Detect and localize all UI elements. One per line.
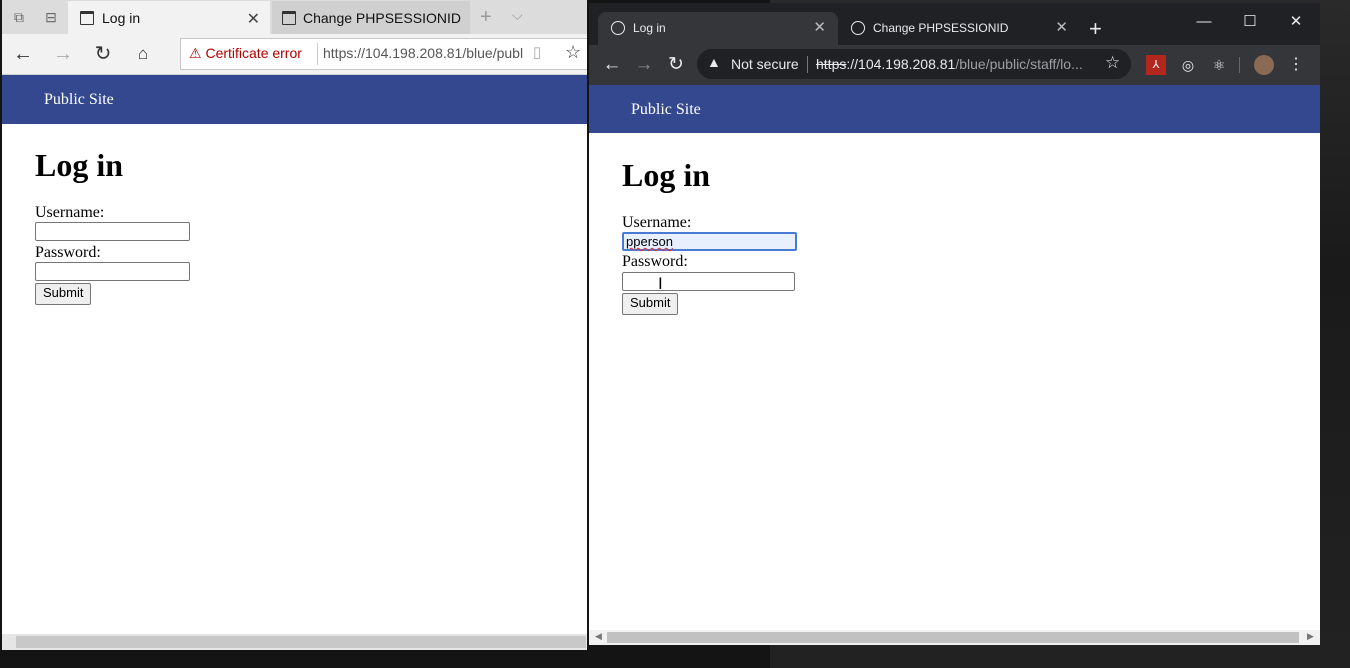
tab-title: Log in (633, 21, 666, 35)
warning-icon: ⚠ (189, 45, 202, 61)
scroll-right-icon[interactable]: ▶ (1307, 631, 1314, 642)
url-path: /blue/public/staff/lo... (955, 56, 1083, 72)
address-bar[interactable]: ⚠ Certificate error https://104.198.208.… (180, 38, 587, 70)
password-input[interactable] (622, 272, 795, 291)
back-icon[interactable]: ← (600, 53, 624, 77)
username-label: Username: (35, 204, 105, 221)
page-icon (80, 11, 94, 25)
close-tab-icon[interactable]: ✕ (813, 18, 826, 36)
security-label[interactable]: Not secure (731, 56, 799, 72)
pdf-extension-icon[interactable]: ⅄ (1146, 55, 1166, 75)
certificate-error[interactable]: ⚠ Certificate error (189, 45, 302, 62)
text-cursor-icon: I (658, 274, 663, 293)
site-header-link[interactable]: Public Site (631, 101, 701, 119)
edge-tab-login[interactable]: Log in ✕ (68, 1, 270, 34)
tab-preview-icon[interactable]: ⊟ (42, 8, 60, 26)
page-title: Log in (35, 147, 124, 183)
react-extension-icon[interactable]: ⚛ (1209, 55, 1229, 75)
back-icon[interactable]: ← (11, 42, 35, 66)
globe-icon (611, 21, 625, 35)
site-header: Public Site (589, 85, 1320, 133)
horizontal-scrollbar[interactable] (2, 634, 587, 650)
url-host: ://104.198.208.81 (846, 56, 956, 72)
tab-title: Change PHPSESSIONID (303, 10, 461, 26)
cert-error-label: Certificate error (205, 45, 302, 61)
favorite-star-icon[interactable]: ☆ (565, 42, 581, 63)
password-input[interactable] (35, 262, 190, 281)
scrollbar-thumb[interactable] (16, 636, 586, 648)
page-icon (282, 11, 296, 25)
chrome-tab-login[interactable]: Log in ✕ (598, 12, 838, 45)
username-input[interactable] (35, 222, 190, 241)
submit-button[interactable]: Submit (35, 283, 92, 305)
scroll-left-icon[interactable]: ◀ (595, 631, 602, 642)
set-aside-tabs-icon[interactable]: ⧉ (10, 8, 28, 26)
warning-icon[interactable]: ▲ (707, 54, 721, 70)
edge-tab-strip: ⧉ ⊟ Log in ✕ Change PHPSESSIONID + ⌵ (2, 0, 587, 34)
kebab-menu-icon[interactable]: ⋮ (1286, 55, 1306, 75)
password-label: Password: (35, 244, 101, 261)
scrollbar-thumb[interactable] (607, 632, 1299, 643)
refresh-icon[interactable]: ↻ (664, 53, 688, 77)
forward-icon[interactable]: → (51, 42, 75, 66)
chrome-page-content: Public Site Log in Username: pperson Pas… (589, 85, 1320, 630)
edge-page-content: Public Site Log in Username: Password: S… (2, 75, 587, 635)
tab-title: Change PHPSESSIONID (873, 21, 1009, 35)
chrome-title-bar: Log in ✕ Change PHPSESSIONID ✕ + — ☐ ✕ (589, 3, 1320, 45)
horizontal-scrollbar[interactable]: ◀ ▶ (589, 630, 1320, 645)
new-tab-icon[interactable]: + (1089, 16, 1102, 42)
new-tab-icon[interactable]: + (480, 6, 492, 29)
divider (1239, 57, 1240, 73)
page-title: Log in (622, 157, 711, 193)
username-input[interactable]: pperson (622, 232, 797, 251)
chevron-down-icon[interactable]: ⌵ (512, 7, 523, 24)
url-text[interactable]: https://104.198.208.81/blue/public/ (323, 45, 523, 61)
omnibox[interactable]: ▲ Not secure https://104.198.208.81/blue… (697, 49, 1131, 79)
maximize-icon[interactable]: ☐ (1235, 11, 1265, 33)
reading-view-icon[interactable]: ▯ (533, 43, 541, 61)
chrome-browser-window: Log in ✕ Change PHPSESSIONID ✕ + — ☐ ✕ ←… (589, 3, 1320, 645)
minimize-icon[interactable]: — (1189, 11, 1219, 33)
edge-browser-window: ⧉ ⊟ Log in ✕ Change PHPSESSIONID + ⌵ ← →… (2, 0, 587, 650)
chrome-toolbar: ← → ↻ ▲ Not secure https://104.198.208.8… (589, 45, 1320, 85)
target-extension-icon[interactable]: ◎ (1178, 55, 1198, 75)
edge-tab-phpsessionid[interactable]: Change PHPSESSIONID (272, 1, 470, 34)
site-header: Public Site (2, 75, 587, 124)
tab-title: Log in (102, 10, 141, 26)
url-text[interactable]: https://104.198.208.81/blue/public/staff… (816, 56, 1092, 72)
edge-toolbar: ← → ↻ ⌂ ⚠ Certificate error https://104.… (2, 34, 587, 75)
submit-button[interactable]: Submit (622, 293, 679, 315)
site-header-link[interactable]: Public Site (44, 91, 114, 109)
bookmark-star-icon[interactable]: ☆ (1105, 53, 1120, 73)
url-scheme: https (816, 56, 847, 72)
divider (317, 43, 318, 65)
close-tab-icon[interactable]: ✕ (247, 9, 260, 29)
chrome-tab-phpsessionid[interactable]: Change PHPSESSIONID ✕ (840, 12, 1080, 45)
close-tab-icon[interactable]: ✕ (1055, 18, 1068, 36)
username-label: Username: (622, 214, 692, 231)
refresh-icon[interactable]: ↻ (91, 42, 115, 66)
globe-icon (851, 21, 865, 35)
password-label: Password: (622, 253, 688, 270)
forward-icon[interactable]: → (632, 53, 656, 77)
divider (807, 56, 808, 73)
home-icon[interactable]: ⌂ (131, 42, 155, 66)
close-window-icon[interactable]: ✕ (1281, 11, 1311, 33)
profile-avatar[interactable] (1254, 55, 1274, 75)
